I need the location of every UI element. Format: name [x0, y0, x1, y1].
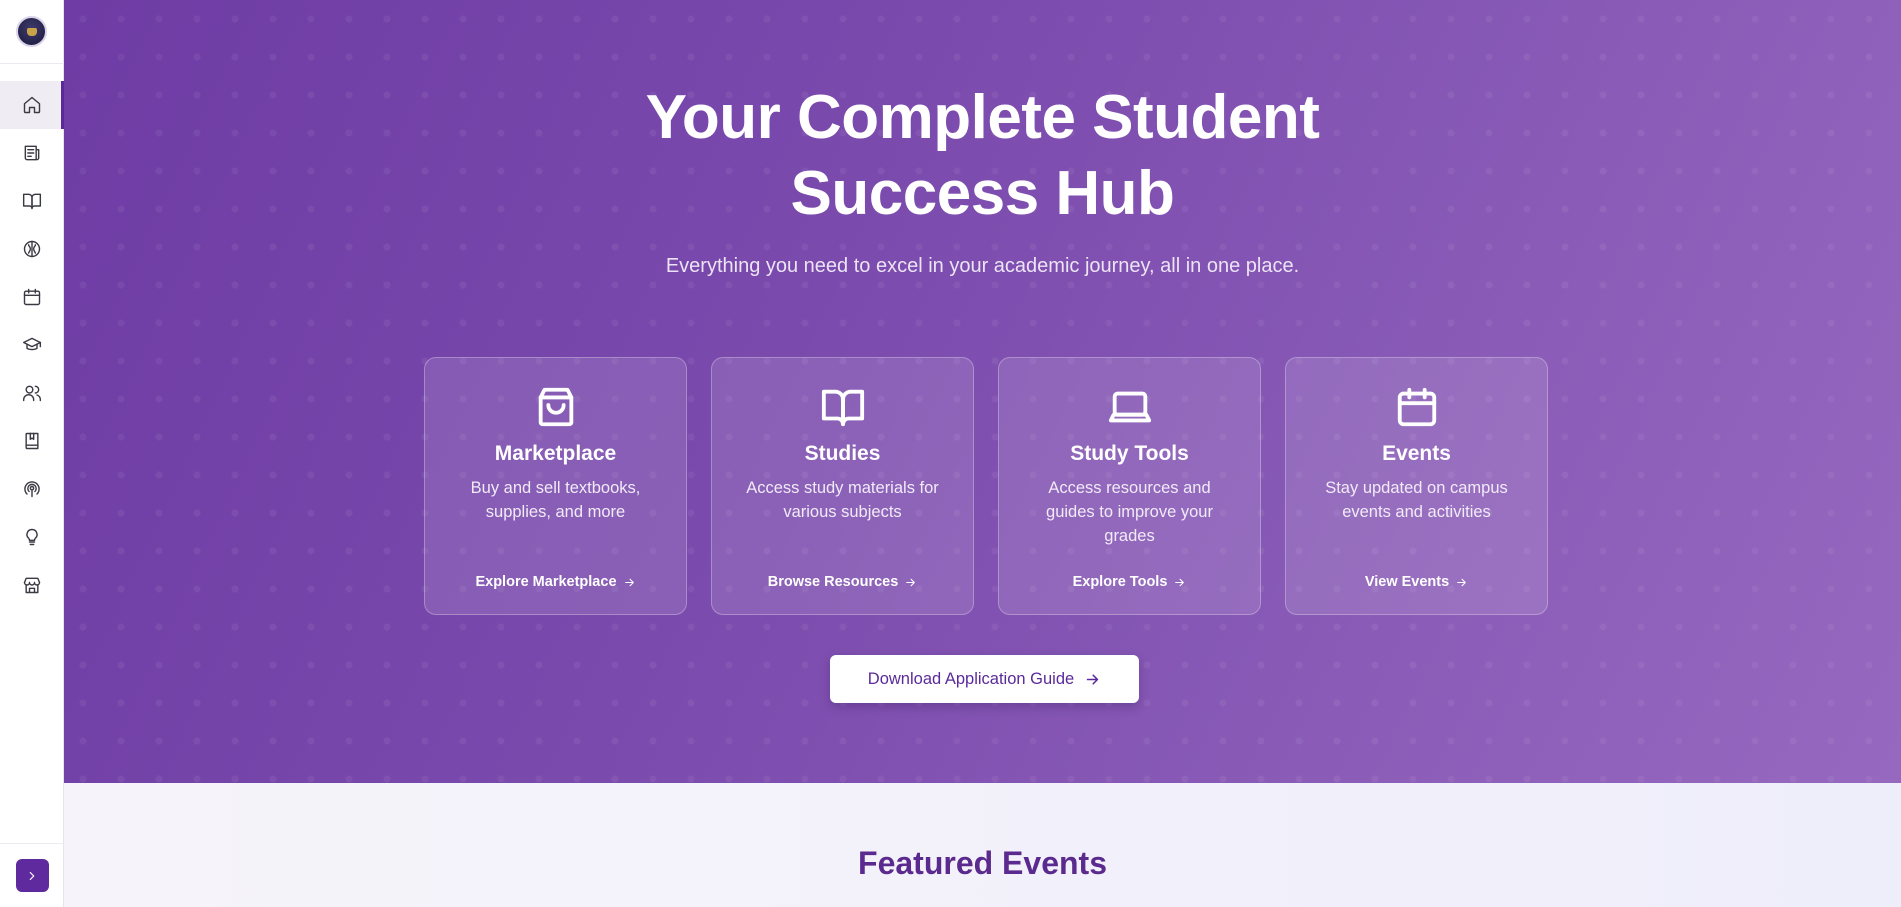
arrow-right-icon — [624, 578, 634, 586]
card-link-marketplace[interactable]: Explore Marketplace — [425, 574, 686, 590]
card-events[interactable]: Events Stay updated on campus events and… — [1285, 357, 1548, 615]
card-link-events[interactable]: View Events — [1286, 574, 1547, 590]
sidebar-footer — [0, 843, 64, 907]
card-link-label: Explore Marketplace — [475, 574, 617, 590]
card-title: Marketplace — [494, 442, 617, 465]
graduation-cap-icon — [22, 337, 41, 351]
hero-title: Your Complete Student Success Hub — [64, 80, 1901, 232]
card-title: Events — [1382, 442, 1451, 465]
brain-icon — [23, 240, 40, 258]
sidebar-item-calendar[interactable] — [0, 273, 64, 321]
sidebar-item-users[interactable] — [0, 369, 64, 417]
featured-events-title: Featured Events — [858, 845, 1107, 881]
sidebar-item-ideas[interactable] — [0, 513, 64, 561]
university-crest-logo[interactable] — [16, 16, 47, 47]
arrow-right-icon — [906, 578, 916, 586]
featured-events-section: Featured Events — [64, 783, 1901, 907]
card-link-label: Explore Tools — [1072, 574, 1168, 590]
card-description: Buy and sell textbooks, supplies, and mo… — [470, 479, 641, 521]
sidebar-item-news[interactable] — [0, 129, 64, 177]
hero-subtitle: Everything you need to excel in your aca… — [665, 255, 1300, 277]
users-icon — [22, 385, 41, 402]
book-open-icon — [820, 384, 866, 430]
book-open-icon — [22, 193, 41, 210]
home-icon — [23, 96, 40, 114]
sidebar — [0, 0, 64, 907]
card-description: Access study materials for various subje… — [746, 479, 939, 521]
arrow-right-icon — [1175, 578, 1185, 586]
sidebar-item-brain[interactable] — [0, 225, 64, 273]
card-study-tools[interactable]: Study Tools Access resources and guides … — [998, 357, 1261, 615]
feature-cards: Marketplace Buy and sell textbooks, supp… — [424, 357, 1548, 615]
laptop-icon — [1107, 384, 1153, 430]
card-link-label: View Events — [1364, 574, 1450, 590]
card-description: Stay updated on campus events and activi… — [1325, 479, 1508, 521]
newspaper-icon — [24, 145, 39, 161]
podcast-icon — [23, 481, 40, 498]
card-link-label: Browse Resources — [767, 574, 899, 590]
arrow-right-icon — [1457, 578, 1467, 586]
store-icon — [23, 577, 40, 594]
sidebar-item-studies[interactable] — [0, 177, 64, 225]
hero-title-line1: Your Complete Student — [645, 83, 1320, 152]
book-bookmark-icon — [24, 432, 39, 450]
lightbulb-icon — [25, 528, 38, 546]
calendar-icon — [1394, 384, 1440, 430]
calendar-icon — [23, 288, 40, 306]
sidebar-item-bookmark-book[interactable] — [0, 417, 64, 465]
expand-sidebar-button[interactable] — [15, 859, 49, 892]
hero-title-line2: Success Hub — [790, 159, 1175, 228]
download-guide-label: Download Application Guide — [867, 669, 1075, 688]
card-title: Study Tools — [1070, 442, 1189, 465]
sidebar-item-graduation[interactable] — [0, 321, 64, 369]
hero-section: Your Complete Student Success Hub Everyt… — [64, 0, 1901, 783]
sidebar-nav — [0, 81, 64, 609]
download-guide-button[interactable]: Download Application Guide — [830, 655, 1139, 703]
card-marketplace[interactable]: Marketplace Buy and sell textbooks, supp… — [424, 357, 687, 615]
card-link-study-tools[interactable]: Explore Tools — [999, 574, 1260, 590]
logo-container — [0, 0, 64, 64]
shopping-bag-icon — [533, 384, 579, 430]
sidebar-item-home[interactable] — [0, 81, 64, 129]
sidebar-item-store[interactable] — [0, 561, 64, 609]
card-description: Access resources and guides to improve y… — [1046, 479, 1213, 545]
arrow-right-icon — [1086, 673, 1099, 685]
sidebar-item-podcast[interactable] — [0, 465, 64, 513]
card-title: Studies — [804, 442, 881, 465]
chevron-right-icon — [29, 871, 35, 880]
card-link-studies[interactable]: Browse Resources — [712, 574, 973, 590]
card-studies[interactable]: Studies Access study materials for vario… — [711, 357, 974, 615]
